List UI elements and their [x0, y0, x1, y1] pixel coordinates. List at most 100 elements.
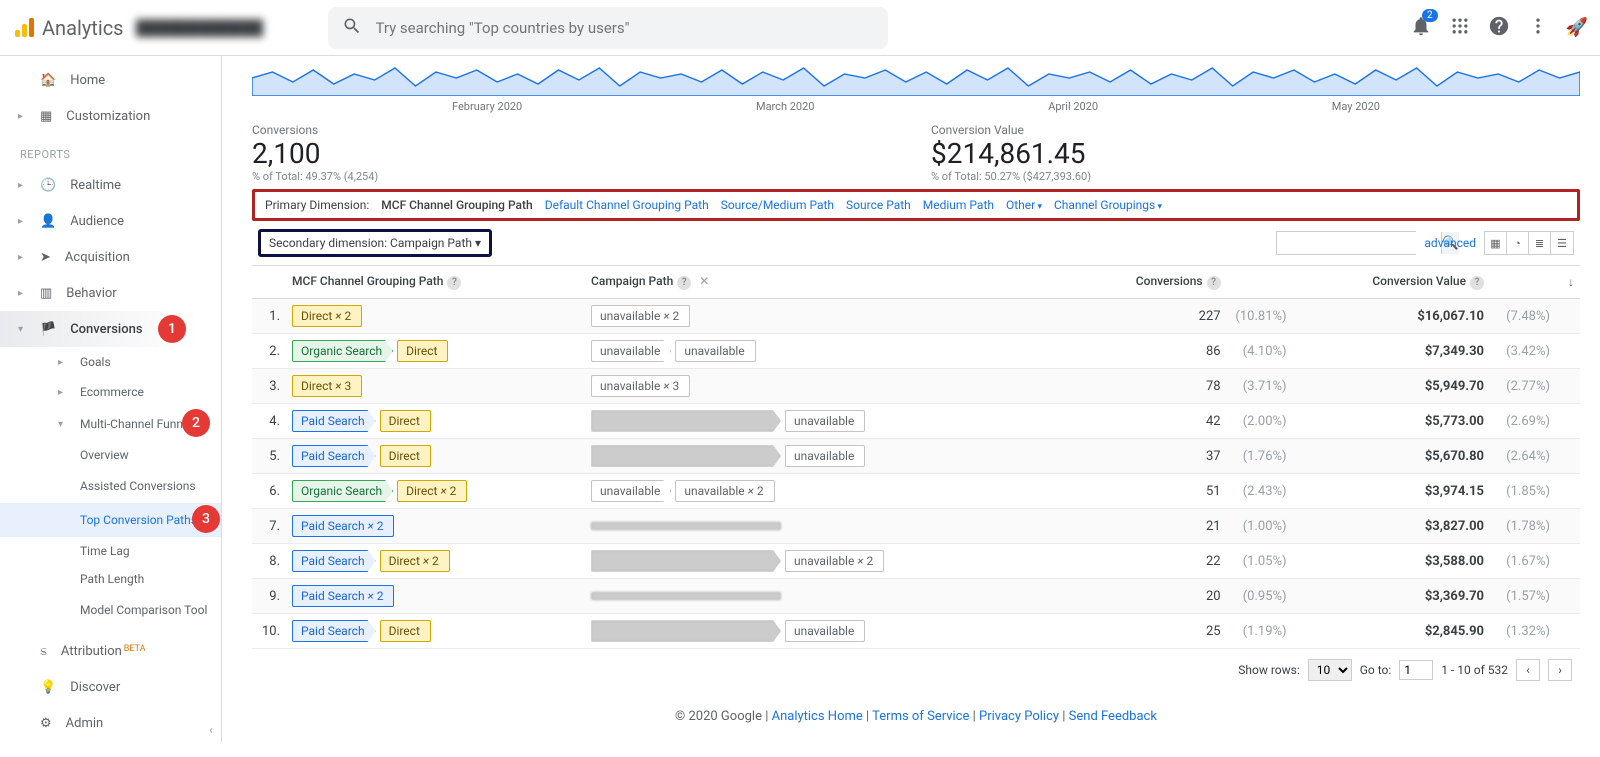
nav-discover[interactable]: 💡Discover — [0, 669, 221, 705]
collapse-sidebar-icon[interactable]: ‹ — [209, 723, 213, 738]
path-chip-blurred — [591, 620, 781, 642]
nav-admin[interactable]: ⚙Admin — [0, 705, 221, 741]
data-table: MCF Channel Grouping Path? Campaign Path… — [252, 265, 1580, 649]
download-icon[interactable]: ↓ — [1568, 275, 1574, 289]
col-campaign[interactable]: Campaign Path?✕ — [585, 266, 1072, 299]
path-chip-direct: Direct — [380, 445, 431, 467]
sidebar: 🏠Home ▸▦Customization REPORTS ▸🕒Realtime… — [0, 56, 222, 742]
dim-channel-groupings[interactable]: Channel Groupings — [1054, 198, 1162, 212]
search-input[interactable] — [376, 19, 874, 37]
path-chip-blurred — [591, 550, 781, 572]
help-icon[interactable]: ? — [1207, 276, 1221, 290]
view-pie-icon[interactable]: ◔ — [1507, 232, 1529, 254]
nav-time-lag[interactable]: Time Lag — [80, 537, 221, 565]
help-icon[interactable]: ? — [1470, 276, 1484, 290]
dim-default-channel[interactable]: Default Channel Grouping Path — [545, 198, 709, 212]
account-selector[interactable]: ████████████ — [136, 19, 316, 37]
help-icon[interactable]: ? — [447, 276, 461, 290]
value-pct: (2.69%) — [1490, 404, 1556, 439]
primary-dim-label: Primary Dimension: — [265, 198, 369, 212]
campaign-path — [585, 579, 1072, 614]
col-value[interactable]: Conversion Value? — [1293, 266, 1490, 299]
view-table-icon[interactable]: ▦ — [1485, 232, 1507, 254]
advanced-link[interactable]: advanced — [1424, 236, 1476, 250]
dim-medium[interactable]: Medium Path — [923, 198, 994, 212]
more-icon[interactable] — [1528, 16, 1548, 40]
nav-home[interactable]: 🏠Home — [0, 62, 221, 98]
view-bar-icon[interactable]: ≣ — [1529, 232, 1551, 254]
footer-feedback[interactable]: Send Feedback — [1069, 709, 1157, 724]
nav-conversions[interactable]: ▾🏴Conversions — [0, 311, 221, 347]
table-row[interactable]: 7. Paid Search × 2 21 (1.00%) $3,827.00 … — [252, 509, 1580, 544]
nav-goals-label: Goals — [80, 355, 111, 369]
search-box[interactable] — [328, 7, 888, 49]
nav-acquisition[interactable]: ▸➤Acquisition — [0, 239, 221, 275]
path-chip-paid: Paid Search × 2 — [292, 515, 394, 537]
footer-privacy[interactable]: Privacy Policy — [979, 709, 1059, 724]
next-page-button[interactable]: › — [1548, 659, 1572, 681]
table-row[interactable]: 1. Direct × 2 unavailable × 2 227 (10.81… — [252, 299, 1580, 334]
conv-pct: (10.81%) — [1227, 299, 1293, 334]
path-chip-unavail: unavailable × 2 — [591, 305, 690, 327]
annotation-badge-2: 2 — [182, 409, 210, 437]
footer-home[interactable]: Analytics Home — [772, 709, 863, 724]
brand-label: Analytics — [42, 16, 124, 40]
path-chip-blurred — [591, 445, 781, 467]
table-row[interactable]: 8. Paid SearchDirect × 2 unavailable × 2… — [252, 544, 1580, 579]
nav-attribution[interactable]: ಽAttributionBETA — [0, 633, 221, 669]
nav-realtime[interactable]: ▸🕒Realtime — [0, 167, 221, 203]
table-row[interactable]: 5. Paid SearchDirect unavailable 37 (1.7… — [252, 439, 1580, 474]
row-index: 2. — [252, 334, 286, 369]
campaign-path: unavailable — [585, 404, 1072, 439]
table-row[interactable]: 4. Paid SearchDirect unavailable 42 (2.0… — [252, 404, 1580, 439]
reports-section: REPORTS — [0, 134, 221, 167]
timeline-chart[interactable] — [252, 60, 1580, 100]
apps-icon[interactable] — [1450, 16, 1470, 40]
home-icon: 🏠 — [40, 73, 56, 88]
table-row[interactable]: 10. Paid SearchDirect unavailable 25 (1.… — [252, 614, 1580, 649]
table-row[interactable]: 6. Organic SearchDirect × 2 unavailableu… — [252, 474, 1580, 509]
clock-icon: 🕒 — [40, 178, 56, 193]
rocket-icon[interactable]: 🚀 — [1566, 17, 1588, 38]
conv-pct: (1.19%) — [1227, 614, 1293, 649]
page-range: 1 - 10 of 532 — [1441, 663, 1508, 677]
help-icon[interactable] — [1488, 15, 1510, 41]
path-chip-unavail: unavailable × 3 — [591, 375, 690, 397]
footer-tos[interactable]: Terms of Service — [872, 709, 969, 724]
dim-source-medium[interactable]: Source/Medium Path — [721, 198, 834, 212]
prev-page-button[interactable]: ‹ — [1516, 659, 1540, 681]
goto-input[interactable] — [1399, 660, 1433, 680]
col-mcf[interactable]: MCF Channel Grouping Path? — [286, 266, 585, 299]
nav-path-length[interactable]: Path Length — [80, 565, 221, 593]
bell-icon[interactable]: 2 — [1410, 15, 1432, 41]
nav-overview[interactable]: Overview — [80, 441, 221, 469]
table-row[interactable]: 9. Paid Search × 2 20 (0.95%) $3,369.70 … — [252, 579, 1580, 614]
nav-model-comp[interactable]: Model Comparison Tool — [80, 593, 221, 627]
nav-top-paths[interactable]: Top Conversion Paths — [0, 503, 221, 537]
table-search-input[interactable] — [1277, 232, 1441, 254]
nav-customization[interactable]: ▸▦Customization — [0, 98, 221, 134]
secondary-dimension[interactable]: Secondary dimension: Campaign Path ▾ — [258, 229, 492, 257]
nav-assisted[interactable]: Assisted Conversions — [80, 469, 221, 503]
analytics-logo[interactable]: Analytics — [12, 16, 124, 40]
nav-behavior[interactable]: ▸▥Behavior — [0, 275, 221, 311]
rows-select[interactable]: 10 — [1308, 659, 1352, 681]
path-chip-paid: Paid Search — [292, 550, 376, 572]
value-pct: (1.85%) — [1490, 474, 1556, 509]
show-rows-label: Show rows: — [1238, 663, 1299, 677]
view-compare-icon[interactable]: ☰ — [1551, 232, 1573, 254]
col-conversions[interactable]: Conversions? — [1072, 266, 1226, 299]
nav-goals[interactable]: ▸Goals — [58, 347, 221, 377]
dim-other[interactable]: Other — [1006, 198, 1042, 212]
dim-source[interactable]: Source Path — [846, 198, 911, 212]
nav-ecommerce[interactable]: ▸Ecommerce — [58, 377, 221, 407]
primary-dim-active[interactable]: MCF Channel Grouping Path — [381, 198, 532, 212]
remove-column-icon[interactable]: ✕ — [699, 274, 709, 288]
table-row[interactable]: 2. Organic SearchDirect unavailableunava… — [252, 334, 1580, 369]
table-search[interactable]: 🔍 — [1276, 231, 1416, 255]
table-row[interactable]: 3. Direct × 3 unavailable × 3 78 (3.71%)… — [252, 369, 1580, 404]
nav-audience[interactable]: ▸👤Audience — [0, 203, 221, 239]
nav-audience-label: Audience — [70, 214, 124, 229]
help-icon[interactable]: ? — [677, 276, 691, 290]
content: February 2020 March 2020 April 2020 May … — [222, 56, 1600, 742]
